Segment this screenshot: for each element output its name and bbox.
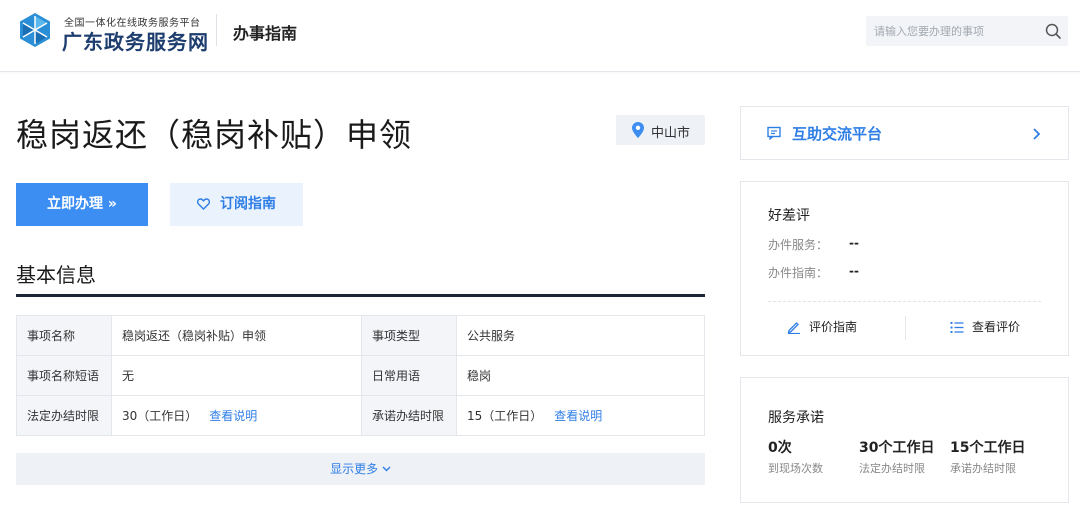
rating-label: 办件指南： xyxy=(768,266,829,280)
apply-now-button[interactable]: 立即办理 » xyxy=(16,183,148,226)
evaluate-guide-label: 评价指南 xyxy=(809,320,858,334)
cell-label: 法定办结时限 xyxy=(16,395,112,436)
cell-label: 承诺办结时限 xyxy=(361,395,457,436)
show-more-button[interactable]: 显示更多 xyxy=(16,453,705,485)
view-ratings-label: 查看评价 xyxy=(972,320,1021,334)
heart-icon xyxy=(196,198,211,210)
pencil-icon xyxy=(787,322,800,335)
cell-value: 稳岗返还（稳岗补贴）申领 xyxy=(111,315,362,356)
region-tag[interactable]: 中山市 xyxy=(616,115,705,145)
nav-guide-label[interactable]: 办事指南 xyxy=(233,20,297,44)
promised-time-limit-value: 15（工作日） xyxy=(467,409,543,423)
page-title: 稳岗返还（稳岗补贴）申领 xyxy=(16,116,413,154)
promise-value: 30个工作日 xyxy=(859,440,935,456)
exchange-platform-label: 互助交流平台 xyxy=(792,125,883,143)
section-title-basic-info: 基本信息 xyxy=(16,263,96,287)
rating-value: -- xyxy=(849,236,859,250)
promise-label: 法定办结时限 xyxy=(859,462,925,475)
subscribe-guide-label: 订阅指南 xyxy=(220,196,276,212)
table-row: 事项名称短语 无 日常用语 稳岗 xyxy=(16,355,705,396)
list-icon xyxy=(950,322,964,333)
cell-value: 30（工作日） 查看说明 xyxy=(111,395,362,436)
view-explanation-link[interactable]: 查看说明 xyxy=(209,409,257,423)
site-name[interactable]: 广东政务服务网 xyxy=(62,26,209,55)
chevron-down-icon xyxy=(382,466,391,472)
header-divider xyxy=(216,14,217,46)
cell-label: 事项名称短语 xyxy=(16,355,112,396)
cell-value: 公共服务 xyxy=(456,315,705,356)
cell-value: 稳岗 xyxy=(456,355,705,396)
exchange-platform-card[interactable]: 互助交流平台 xyxy=(740,106,1069,160)
search-input[interactable] xyxy=(866,16,1036,46)
promise-value: 0次 xyxy=(768,440,792,456)
view-explanation-link[interactable]: 查看说明 xyxy=(554,409,602,423)
rating-label: 办件服务： xyxy=(768,238,829,252)
chevron-right-icon xyxy=(1033,128,1041,140)
legal-time-limit-value: 30（工作日） xyxy=(122,409,198,423)
location-pin-icon xyxy=(632,122,644,138)
cell-label: 日常用语 xyxy=(361,355,457,396)
service-promise-title: 服务承诺 xyxy=(768,410,824,426)
basic-info-table: 事项名称 稳岗返还（稳岗补贴）申领 事项类型 公共服务 事项名称短语 无 日常用… xyxy=(16,315,705,436)
search-icon[interactable] xyxy=(1044,22,1062,40)
rating-button-separator xyxy=(905,316,906,340)
promise-label: 到现场次数 xyxy=(768,462,823,475)
cell-label: 事项名称 xyxy=(16,315,112,356)
view-ratings-button[interactable]: 查看评价 xyxy=(950,318,1020,335)
rating-title: 好差评 xyxy=(768,208,810,224)
promise-label: 承诺办结时限 xyxy=(950,462,1016,475)
rating-value: -- xyxy=(849,264,859,278)
cell-value: 无 xyxy=(111,355,362,396)
promise-value: 15个工作日 xyxy=(950,440,1026,456)
top-header: 全国一体化在线政务服务平台 广东政务服务网 办事指南 xyxy=(0,0,1080,72)
message-icon xyxy=(767,126,781,140)
table-row: 法定办结时限 30（工作日） 查看说明 承诺办结时限 15（工作日） 查看说明 xyxy=(16,395,705,436)
logo-icon[interactable] xyxy=(17,12,53,48)
region-label: 中山市 xyxy=(651,126,691,141)
table-row: 事项名称 稳岗返还（稳岗补贴）申领 事项类型 公共服务 xyxy=(16,315,705,356)
rating-card: 好差评 办件服务： -- 办件指南： -- 评价指南 查看评价 xyxy=(740,181,1069,356)
evaluate-guide-button[interactable]: 评价指南 xyxy=(787,318,857,335)
subscribe-guide-button[interactable]: 订阅指南 xyxy=(170,183,303,226)
cell-label: 事项类型 xyxy=(361,315,457,356)
search-box xyxy=(866,16,1068,46)
service-promise-card: 服务承诺 0次 到现场次数 30个工作日 法定办结时限 15个工作日 承诺办结时… xyxy=(740,377,1069,503)
section-underline xyxy=(16,294,705,297)
rating-divider xyxy=(768,301,1041,302)
show-more-label: 显示更多 xyxy=(330,462,379,476)
cell-value: 15（工作日） 查看说明 xyxy=(456,395,705,436)
